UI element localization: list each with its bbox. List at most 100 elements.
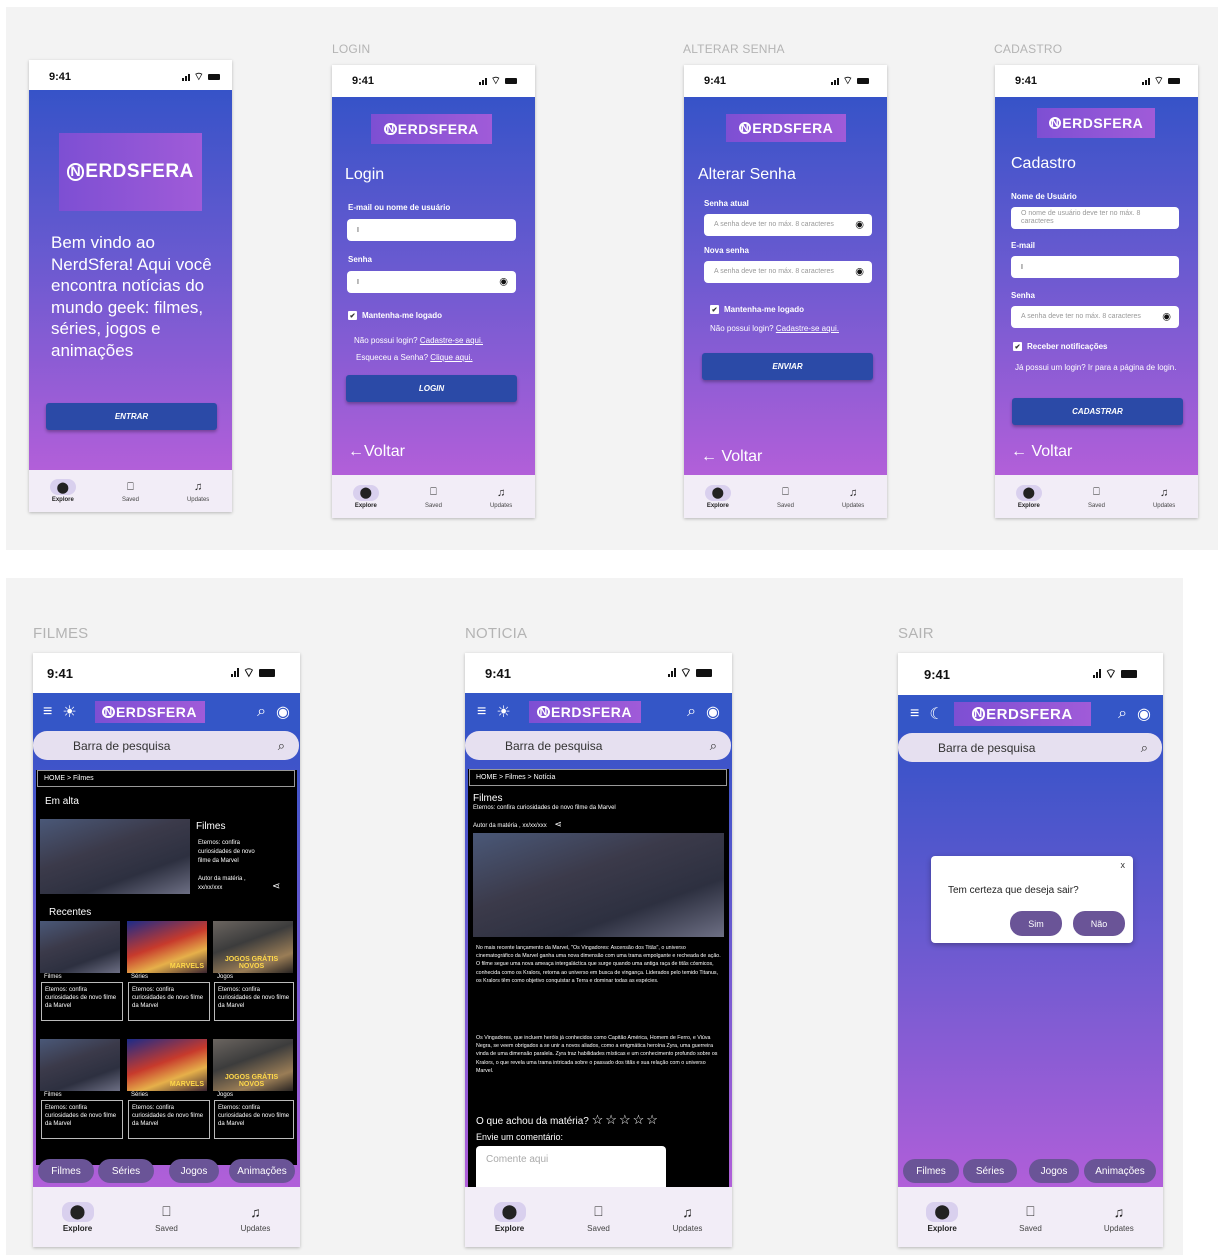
nav-explore[interactable]: ⬤ Explore	[61, 1201, 94, 1233]
eye-icon[interactable]: ◉	[855, 220, 864, 231]
nav-saved[interactable]: ⎕ Saved	[1014, 1202, 1046, 1233]
card-headline[interactable]: Eternos: confira curiosidades de novo fi…	[214, 982, 294, 1021]
login-button[interactable]: LOGIN	[346, 375, 517, 402]
sun-icon[interactable]: ☀	[62, 702, 76, 722]
share-icon[interactable]: ⋖	[554, 819, 562, 829]
yes-button[interactable]: Sim	[1010, 911, 1062, 936]
nav-updates[interactable]: ♫ Updates	[240, 1202, 272, 1233]
password-field[interactable]: I ◉	[347, 271, 516, 293]
menu-icon[interactable]: ≡	[477, 703, 486, 721]
featured-image[interactable]	[40, 819, 190, 894]
featured-headline[interactable]: Eternos: confira curiosidades de novo fi…	[198, 839, 268, 866]
menu-icon[interactable]: ≡	[910, 705, 919, 723]
welcome-screen: 9:41 ⌔ N ERDSFERA Bem vindo ao NerdSfera! …	[29, 60, 232, 512]
keep-logged-checkbox[interactable]: ✔ Mantenha-me logado	[348, 311, 442, 320]
category-chip[interactable]: Filmes	[903, 1159, 959, 1183]
nav-explore[interactable]: ⬤ Explore	[493, 1201, 526, 1233]
nav-explore[interactable]: ⬤ Explore	[49, 479, 76, 503]
nav-saved[interactable]: ⎕ Saved	[583, 1202, 615, 1233]
close-icon[interactable]: x	[1121, 860, 1126, 870]
search-icon[interactable]: ⌕	[1118, 705, 1127, 723]
card-image[interactable]: JOGOS GRÁTIS NOVOS	[213, 1039, 293, 1091]
nav-updates[interactable]: ♫ Updates	[488, 485, 514, 509]
card-headline[interactable]: Eternos: confira curiosidades de novo fi…	[214, 1100, 294, 1139]
nav-explore[interactable]: ⬤ Explore	[352, 484, 379, 509]
nav-saved[interactable]: ⎕ Saved	[1083, 485, 1109, 509]
moon-icon[interactable]: ☾	[929, 704, 943, 724]
eye-icon[interactable]: ◉	[1162, 312, 1171, 323]
category-chip[interactable]: Animações	[229, 1159, 295, 1183]
back-button[interactable]: ← Voltar	[1011, 443, 1072, 461]
breadcrumb[interactable]: HOME > Filmes	[37, 770, 295, 787]
eye-icon[interactable]: ◉	[855, 267, 864, 278]
nav-saved[interactable]: ⎕ Saved	[117, 479, 143, 504]
nav-saved[interactable]: ⎕ Saved	[420, 485, 446, 509]
bookmark-icon: ⎕	[782, 486, 789, 498]
category-chip[interactable]: Jogos	[169, 1159, 219, 1183]
menu-icon[interactable]: ≡	[43, 703, 52, 721]
nav-updates[interactable]: ♫ Updates	[672, 1202, 704, 1233]
back-button[interactable]: ← Voltar	[701, 448, 762, 466]
email-field[interactable]: I	[1011, 256, 1179, 278]
forgot-link[interactable]: Clique aqui.	[430, 353, 472, 362]
card-headline[interactable]: Eternos: confira curiosidades de novo fi…	[128, 1100, 210, 1139]
card-image[interactable]	[40, 1039, 120, 1091]
card-headline[interactable]: Eternos: confira curiosidades de novo fi…	[41, 982, 123, 1021]
category-chip[interactable]: Filmes	[38, 1159, 94, 1183]
checkbox-checked-icon: ✔	[710, 305, 719, 314]
no-button[interactable]: Não	[1073, 911, 1125, 936]
category-chip[interactable]: Animações	[1084, 1159, 1156, 1183]
card-image[interactable]: JOGOS GRÁTIS NOVOS	[213, 921, 293, 973]
signup-link[interactable]: Cadastre-se aqui.	[776, 324, 839, 333]
star-rating[interactable]: ☆☆☆☆☆	[592, 1112, 660, 1127]
category-chip[interactable]: Jogos	[1029, 1159, 1079, 1183]
new-password-field[interactable]: A senha deve ter no máx. 8 caracteres ◉	[704, 261, 872, 283]
category-chip[interactable]: Séries	[98, 1159, 154, 1183]
search-icon[interactable]: ⌕	[257, 703, 266, 721]
thumbnail-caption: MARVELS	[169, 963, 204, 970]
notifications-checkbox[interactable]: ✔ Receber notificações	[1013, 342, 1107, 351]
card-image[interactable]: MARVELS	[127, 1039, 207, 1091]
signup-button[interactable]: CADASTRAR	[1012, 398, 1183, 425]
top-app-bar: ≡ ☀ N ERDSFERA ⌕ ◉	[465, 693, 732, 731]
search-icon[interactable]: ⌕	[687, 703, 696, 721]
breadcrumb[interactable]: HOME > Filmes > Notícia	[469, 769, 727, 786]
nav-explore[interactable]: ⬤ Explore	[926, 1201, 959, 1233]
nav-updates[interactable]: ♫ Updates	[185, 479, 211, 503]
card-image[interactable]: MARVELS	[127, 921, 207, 973]
username-field[interactable]: O nome de usuário deve ter no máx. 8 car…	[1011, 207, 1179, 229]
nav-explore[interactable]: ⬤ Explore	[704, 484, 731, 509]
enter-button[interactable]: ENTRAR	[46, 403, 217, 430]
eye-icon[interactable]: ◉	[499, 277, 508, 288]
nav-updates[interactable]: ♫ Updates	[1151, 485, 1177, 509]
share-icon[interactable]: ⋖	[272, 881, 280, 892]
login-link[interactable]: Já possui um login? Ir para a página de …	[1015, 362, 1180, 373]
keep-logged-checkbox[interactable]: ✔ Mantenha-me logado	[710, 305, 804, 314]
sun-icon[interactable]: ☀	[496, 702, 510, 722]
nav-updates[interactable]: ♫ Updates	[1103, 1202, 1135, 1233]
comment-field[interactable]: Comente aqui	[476, 1146, 666, 1191]
bottom-nav: ⬤ Explore ⎕ Saved ♫ Updates	[898, 1187, 1163, 1247]
search-input[interactable]: Barra de pesquisa ⌕	[33, 731, 299, 760]
nav-explore[interactable]: ⬤ Explore	[1015, 484, 1042, 509]
category-chip[interactable]: Séries	[963, 1159, 1017, 1183]
card-image[interactable]	[40, 921, 120, 973]
search-input[interactable]: Barra de pesquisa ⌕	[465, 731, 731, 760]
card-headline[interactable]: Eternos: confira curiosidades de novo fi…	[41, 1100, 123, 1139]
email-field[interactable]: I	[347, 219, 516, 241]
send-button[interactable]: ENVIAR	[702, 353, 873, 380]
rating-row: O que achou da matéria? ☆☆☆☆☆	[476, 1112, 660, 1127]
signup-link[interactable]: Cadastre-se aqui.	[420, 336, 483, 345]
search-input[interactable]: Barra de pesquisa ⌕	[898, 733, 1162, 762]
password-field[interactable]: A senha deve ter no máx. 8 caracteres ◉	[1011, 306, 1179, 328]
account-icon[interactable]: ◉	[276, 702, 290, 722]
current-password-field[interactable]: A senha deve ter no máx. 8 caracteres ◉	[704, 214, 872, 236]
account-icon[interactable]: ◉	[1137, 704, 1151, 724]
nav-saved[interactable]: ⎕ Saved	[772, 485, 798, 509]
account-icon[interactable]: ◉	[706, 702, 720, 722]
card-headline[interactable]: Eternos: confira curiosidades de novo fi…	[128, 982, 210, 1021]
nav-saved[interactable]: ⎕ Saved	[151, 1202, 183, 1233]
back-button[interactable]: ←Voltar	[348, 443, 405, 461]
status-time: 9:41	[704, 75, 727, 87]
nav-updates[interactable]: ♫ Updates	[840, 485, 866, 509]
